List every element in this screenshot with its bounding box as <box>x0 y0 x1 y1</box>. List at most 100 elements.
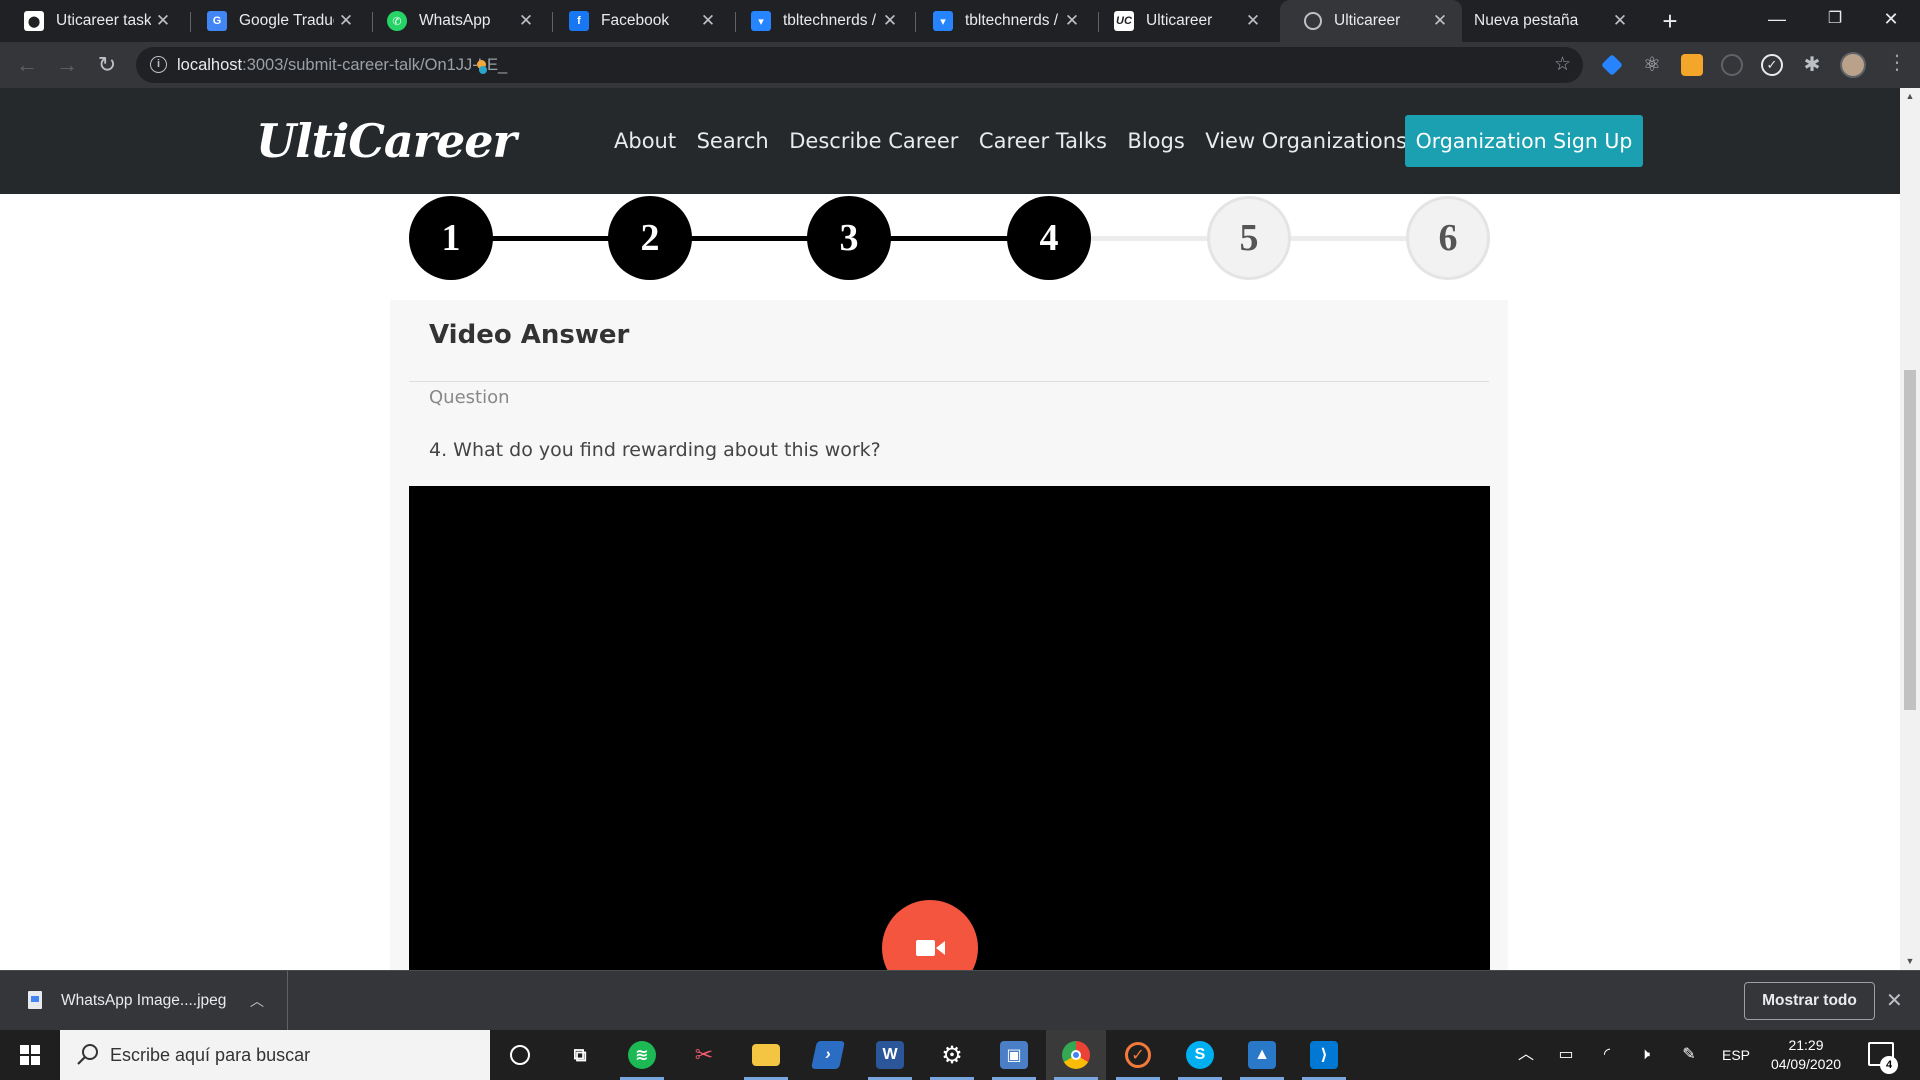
word-icon[interactable]: W <box>860 1030 920 1080</box>
new-tab-plus-icon[interactable]: + <box>1655 6 1685 36</box>
github-icon: ⬤ <box>24 11 44 31</box>
browser-menu-icon[interactable]: ⋮ <box>1887 50 1907 75</box>
vscode-icon[interactable]: ⟩ <box>1294 1030 1354 1080</box>
forward-arrow-icon[interactable]: → <box>52 50 82 80</box>
step-4[interactable]: 4 <box>1007 196 1091 280</box>
extensions-puzzle-icon[interactable]: ✱ <box>1801 54 1823 76</box>
profile-avatar[interactable] <box>1840 52 1866 78</box>
tab-title: Facebook <box>601 12 670 29</box>
tab-close-icon[interactable]: ✕ <box>1241 11 1265 31</box>
url-text[interactable]: localhost:3003/submit-career-talk/On1JJ-… <box>177 47 507 83</box>
nav-about[interactable]: About <box>614 129 676 153</box>
window-close-icon[interactable]: ✕ <box>1862 0 1920 38</box>
google-translate-icon: G <box>207 11 227 31</box>
tray-chevron-up-icon[interactable]: ︿ <box>1514 1030 1538 1080</box>
tab-bitbucket-1[interactable]: ▾ tbltechnerds / u ✕ <box>727 0 912 42</box>
tab-close-icon[interactable]: ✕ <box>878 11 902 31</box>
show-all-button[interactable]: Mostrar todo <box>1744 982 1875 1020</box>
tab-uticareer-tasks[interactable]: ⬤ Uticareer tasks ✕ <box>0 0 185 42</box>
file-explorer-icon[interactable] <box>736 1030 796 1080</box>
tab-close-icon[interactable]: ✕ <box>1608 11 1632 31</box>
extension-orange-icon[interactable] <box>1681 54 1703 76</box>
address-bar[interactable]: i localhost:3003/submit-career-talk/On1J… <box>136 47 1583 83</box>
divider <box>409 381 1489 382</box>
settings-gear-icon[interactable]: ⚙ <box>922 1030 982 1080</box>
nav-blogs[interactable]: Blogs <box>1127 129 1184 153</box>
step-6[interactable]: 6 <box>1406 196 1490 280</box>
input-language[interactable]: ESP <box>1716 1030 1756 1080</box>
task-view-icon[interactable]: ⧉ <box>550 1030 610 1080</box>
wifi-icon[interactable]: ◜ <box>1594 1030 1620 1080</box>
tab-title: Ulticareer <box>1146 12 1213 29</box>
powershell-icon[interactable]: › <box>798 1030 858 1080</box>
main-nav: About Search Describe Career Career Talk… <box>614 88 1428 194</box>
battery-icon[interactable]: ▭ <box>1552 1030 1580 1080</box>
tab-close-icon[interactable]: ✕ <box>1060 11 1084 31</box>
network-app-icon[interactable]: ▣ <box>984 1030 1044 1080</box>
photos-icon[interactable]: ▲ <box>1232 1030 1292 1080</box>
tab-title: Ulticareer <box>1334 12 1401 29</box>
scroll-thumb[interactable] <box>1904 370 1916 710</box>
facebook-icon: f <box>569 11 589 31</box>
extension-check-icon[interactable]: ✓ <box>1761 54 1783 76</box>
question-text: 4. What do you find rewarding about this… <box>429 439 881 461</box>
extension-grey-icon[interactable] <box>1721 54 1743 76</box>
tab-new-tab[interactable]: Nueva pestaña ✕ <box>1462 0 1642 42</box>
restore-icon[interactable]: ❐ <box>1806 0 1864 38</box>
volume-muted-icon[interactable]: 🕨 <box>1632 1030 1658 1080</box>
tab-facebook[interactable]: f Facebook ✕ <box>545 0 730 42</box>
nav-career-talks[interactable]: Career Talks <box>979 129 1107 153</box>
download-item[interactable]: WhatsApp Image....jpeg ︿ <box>0 971 288 1031</box>
tab-ulticareer-1[interactable]: UC Ulticareer ✕ <box>1090 0 1275 42</box>
reload-icon[interactable]: ↻ <box>92 50 122 80</box>
step-2[interactable]: 2 <box>608 196 692 280</box>
download-shelf: WhatsApp Image....jpeg ︿ Mostrar todo ✕ <box>0 970 1920 1031</box>
bookmark-star-icon[interactable]: ☆ <box>1554 47 1571 83</box>
nav-describe-career[interactable]: Describe Career <box>789 129 958 153</box>
tab-whatsapp[interactable]: ✆ WhatsApp ✕ <box>363 0 548 42</box>
image-file-icon <box>28 991 42 1009</box>
tab-google-translate[interactable]: G Google Traduct ✕ <box>183 0 368 42</box>
organization-signup-button[interactable]: Organization Sign Up <box>1405 115 1643 167</box>
tab-ulticareer-active[interactable]: Ulticareer ✕ <box>1280 0 1462 42</box>
back-arrow-icon[interactable]: ← <box>12 50 42 80</box>
windows-start-icon[interactable] <box>20 1045 40 1065</box>
page-scrollbar[interactable]: ▲ ▼ <box>1900 88 1920 970</box>
taskbar-search[interactable]: Escribe aquí para buscar <box>60 1030 490 1080</box>
tab-bitbucket-2[interactable]: ▾ tbltechnerds / u ✕ <box>909 0 1094 42</box>
taskbar-clock[interactable]: 21:29 04/09/2020 <box>1766 1036 1846 1074</box>
scroll-up-arrow-icon[interactable]: ▲ <box>1900 88 1920 105</box>
ulticareer-logo[interactable]: UltiCareer <box>256 114 517 168</box>
todo-clock-icon[interactable]: ✓ <box>1108 1030 1168 1080</box>
tab-close-icon[interactable]: ✕ <box>334 11 358 31</box>
tab-close-icon[interactable]: ✕ <box>696 11 720 31</box>
video-answer-card: Video Answer Question 4. What do you fin… <box>390 300 1508 970</box>
ulticareer-icon: UC <box>1114 11 1134 31</box>
close-download-shelf-icon[interactable]: ✕ <box>1886 971 1903 1031</box>
tab-title: tbltechnerds / u <box>965 12 1060 29</box>
tab-close-icon[interactable]: ✕ <box>1428 11 1452 31</box>
scroll-down-arrow-icon[interactable]: ▼ <box>1900 953 1920 970</box>
tab-close-icon[interactable]: ✕ <box>151 11 175 31</box>
browser-toolbar: ← → ↻ i localhost:3003/submit-career-tal… <box>0 42 1920 88</box>
video-preview[interactable] <box>409 486 1490 970</box>
chevron-up-icon[interactable]: ︿ <box>250 971 264 1031</box>
react-devtools-icon[interactable]: ⚛ <box>1641 54 1663 76</box>
step-3[interactable]: 3 <box>807 196 891 280</box>
nav-search[interactable]: Search <box>697 129 769 153</box>
spotify-icon[interactable]: ≋ <box>612 1030 672 1080</box>
pen-icon[interactable]: ✎ <box>1676 1030 1702 1080</box>
stepper-line-completed <box>451 236 1051 241</box>
step-5[interactable]: 5 <box>1207 196 1291 280</box>
step-1[interactable]: 1 <box>409 196 493 280</box>
download-filename: WhatsApp Image....jpeg <box>61 992 227 1009</box>
cortana-icon[interactable] <box>490 1030 550 1080</box>
bitbucket-icon: ▾ <box>751 11 771 31</box>
skype-icon[interactable]: S <box>1170 1030 1230 1080</box>
tab-close-icon[interactable]: ✕ <box>514 11 538 31</box>
minimize-icon[interactable]: — <box>1748 0 1806 38</box>
chrome-icon[interactable] <box>1046 1030 1106 1080</box>
snipping-tool-icon[interactable]: ✂ <box>674 1030 734 1080</box>
site-info-icon[interactable]: i <box>150 56 167 73</box>
nav-view-organizations[interactable]: View Organizations <box>1205 129 1407 153</box>
